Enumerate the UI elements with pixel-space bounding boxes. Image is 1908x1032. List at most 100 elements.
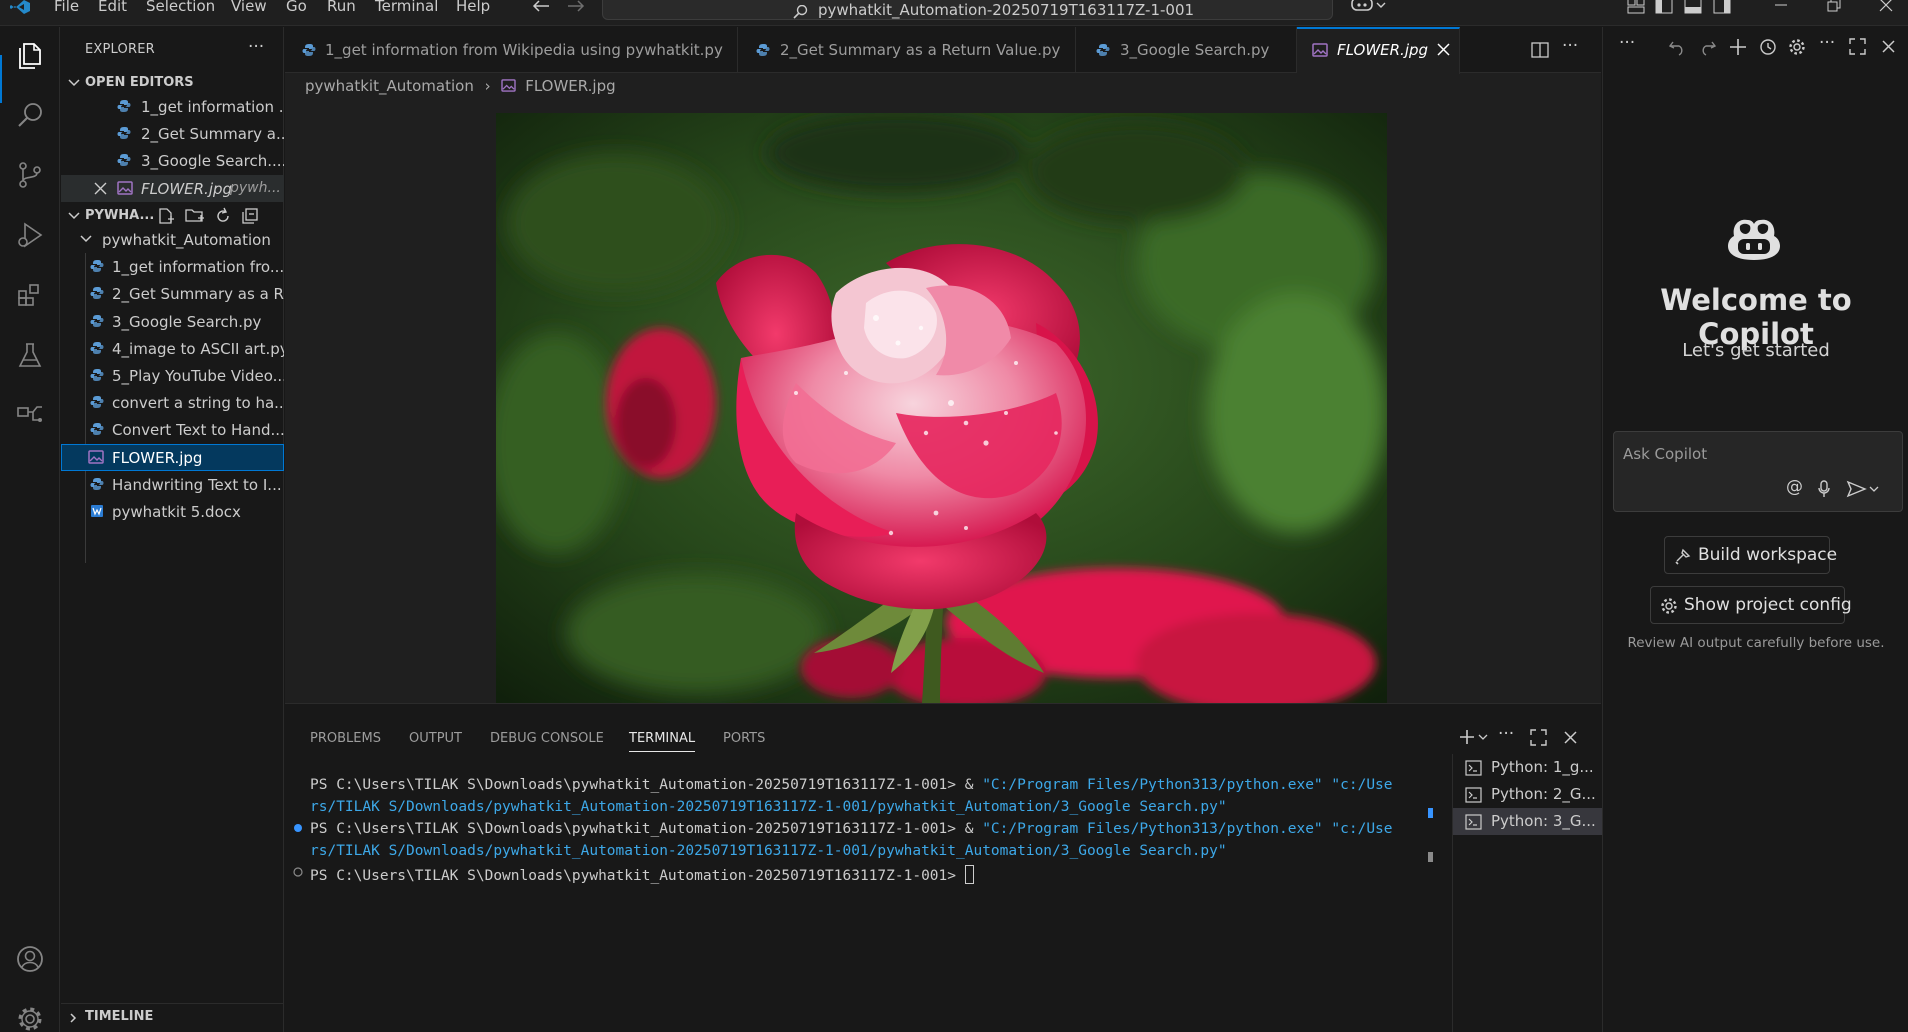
- close-panel-icon[interactable]: [1564, 731, 1577, 744]
- file-item[interactable]: 4_image to ASCII art.py: [61, 335, 284, 362]
- copilot-chat-input[interactable]: Ask Copilot @: [1613, 431, 1903, 512]
- more-actions-icon[interactable]: ···: [248, 37, 264, 57]
- maximize-panel-icon[interactable]: [1530, 729, 1547, 746]
- new-file-icon[interactable]: [157, 207, 175, 225]
- file-item[interactable]: 1_get information fro...: [61, 253, 284, 280]
- tab-2-get-summary[interactable]: 2_Get Summary as a Return Value.py: [738, 27, 1076, 73]
- show-project-config-button[interactable]: Show project config: [1650, 586, 1852, 624]
- command-pending-dot-icon[interactable]: [293, 867, 303, 877]
- close-window-icon[interactable]: [1878, 0, 1894, 12]
- redo-icon[interactable]: [1699, 38, 1717, 56]
- toggle-secondary-sidebar-icon[interactable]: [1713, 0, 1731, 14]
- back-arrow-icon[interactable]: [531, 0, 551, 14]
- customize-layout-icon[interactable]: [1627, 0, 1645, 14]
- refresh-icon[interactable]: [214, 207, 232, 225]
- collapse-all-icon[interactable]: [241, 207, 259, 225]
- open-editor-item-active[interactable]: FLOWER.jpg pywh...: [61, 175, 284, 202]
- source-control-icon[interactable]: [15, 160, 45, 190]
- tab-3-google-search[interactable]: 3_Google Search.py: [1076, 27, 1297, 73]
- testing-flask-icon[interactable]: [15, 340, 45, 370]
- command-center[interactable]: pywhatkit_Automation-20250719T163117Z-1-…: [602, 0, 1333, 20]
- python-file-icon: [302, 44, 316, 56]
- menu-view[interactable]: View: [231, 0, 267, 22]
- tab-flower-jpg[interactable]: FLOWER.jpg: [1297, 27, 1460, 74]
- build-workspace-button[interactable]: Build workspace: [1664, 536, 1837, 574]
- terminal-cursor: [964, 865, 974, 884]
- menu-terminal[interactable]: Terminal: [375, 0, 438, 22]
- copilot-menu-icon[interactable]: [1350, 0, 1390, 14]
- microphone-icon[interactable]: [1817, 480, 1831, 498]
- split-editor-icon[interactable]: [1531, 42, 1549, 58]
- chevron-right-icon: ›: [484, 77, 491, 95]
- file-item-selected[interactable]: FLOWER.jpg: [61, 444, 284, 471]
- timeline-section[interactable]: TIMELINE: [61, 1003, 284, 1030]
- forward-arrow-icon[interactable]: [566, 0, 586, 14]
- tab-problems[interactable]: PROBLEMS: [310, 731, 381, 746]
- terminal-list-item[interactable]: Python: 2_G...: [1453, 781, 1602, 808]
- close-icon[interactable]: [1882, 40, 1895, 53]
- terminal-prompt[interactable]: PS C:\Users\TILAK S\Downloads\pywhatkit_…: [310, 865, 974, 884]
- close-icon[interactable]: [94, 182, 107, 195]
- file-item[interactable]: 3_Google Search.py: [61, 308, 284, 335]
- explorer-icon[interactable]: [15, 40, 45, 70]
- file-item[interactable]: convert a string to ha...: [61, 389, 284, 416]
- terminal-list-item-active[interactable]: Python: 3_G...: [1453, 808, 1602, 835]
- python-file-icon: [90, 287, 104, 299]
- menu-edit[interactable]: Edit: [98, 0, 127, 22]
- breadcrumb-folder[interactable]: pywhatkit_Automation: [305, 77, 474, 95]
- scrollbar-marker: [1428, 852, 1433, 862]
- search-icon[interactable]: [15, 100, 45, 130]
- more-actions-icon[interactable]: ···: [1498, 724, 1514, 744]
- toggle-panel-icon[interactable]: [1684, 0, 1702, 14]
- open-editor-item[interactable]: 2_Get Summary a...: [61, 120, 284, 147]
- run-debug-icon[interactable]: [15, 220, 45, 250]
- menu-run[interactable]: Run: [327, 0, 356, 22]
- file-item[interactable]: Convert Text to Hand...: [61, 416, 284, 443]
- more-actions-icon[interactable]: ···: [1619, 33, 1635, 53]
- new-terminal-icon[interactable]: [1459, 728, 1489, 746]
- undo-icon[interactable]: [1668, 38, 1686, 56]
- tab-debug-console[interactable]: DEBUG CONSOLE: [490, 731, 604, 746]
- account-icon[interactable]: [15, 944, 45, 974]
- tab-terminal[interactable]: TERMINAL: [629, 731, 696, 752]
- restore-icon[interactable]: [1826, 0, 1842, 12]
- python-file-icon: [90, 423, 104, 435]
- open-editor-item[interactable]: 1_get information ...: [61, 93, 284, 120]
- terminal-list: Python: 1_g... Python: 2_G... Python: 3_…: [1452, 754, 1602, 1032]
- menu-help[interactable]: Help: [456, 0, 490, 22]
- command-success-dot-icon[interactable]: [293, 823, 303, 833]
- more-actions-icon[interactable]: ···: [1562, 36, 1578, 56]
- history-icon[interactable]: [1759, 38, 1777, 56]
- python-file-icon: [1096, 44, 1110, 56]
- close-tab-icon[interactable]: [1437, 43, 1450, 56]
- menu-file[interactable]: File: [54, 0, 79, 22]
- tab-ports[interactable]: PORTS: [723, 731, 765, 746]
- bottom-panel: PROBLEMS OUTPUT DEBUG CONSOLE TERMINAL P…: [285, 703, 1602, 1032]
- settings-gear-icon[interactable]: [15, 1004, 45, 1032]
- send-icon[interactable]: [1846, 480, 1880, 498]
- folder-item[interactable]: pywhatkit_Automation: [61, 226, 284, 253]
- extensions-icon[interactable]: [15, 280, 45, 310]
- menu-selection[interactable]: Selection: [146, 0, 215, 22]
- mention-at-icon[interactable]: @: [1786, 477, 1803, 497]
- open-editor-item[interactable]: 3_Google Search....: [61, 147, 284, 174]
- settings-gear-icon[interactable]: [1788, 38, 1806, 56]
- menu-go[interactable]: Go: [286, 0, 307, 22]
- file-item[interactable]: Handwriting Text to I...: [61, 471, 284, 498]
- maximize-icon[interactable]: [1849, 38, 1866, 55]
- tab-1-get-information[interactable]: 1_get information from Wikipedia using p…: [285, 27, 738, 73]
- remote-explorer-icon[interactable]: [15, 400, 45, 430]
- chevron-right-icon: [70, 1013, 77, 1023]
- python-file-icon: [117, 154, 131, 166]
- tab-output[interactable]: OUTPUT: [409, 731, 462, 746]
- new-folder-icon[interactable]: [185, 207, 205, 225]
- toggle-primary-sidebar-icon[interactable]: [1655, 0, 1673, 14]
- file-item[interactable]: 5_Play YouTube Video...: [61, 362, 284, 389]
- file-item[interactable]: pywhatkit 5.docx: [61, 498, 284, 525]
- breadcrumb-file[interactable]: FLOWER.jpg: [525, 77, 615, 95]
- new-chat-plus-icon[interactable]: [1729, 38, 1747, 56]
- terminal-list-item[interactable]: Python: 1_g...: [1453, 754, 1602, 781]
- more-actions-icon[interactable]: ···: [1819, 33, 1835, 53]
- minimize-icon[interactable]: [1773, 0, 1789, 12]
- file-item[interactable]: 2_Get Summary as a R...: [61, 280, 284, 307]
